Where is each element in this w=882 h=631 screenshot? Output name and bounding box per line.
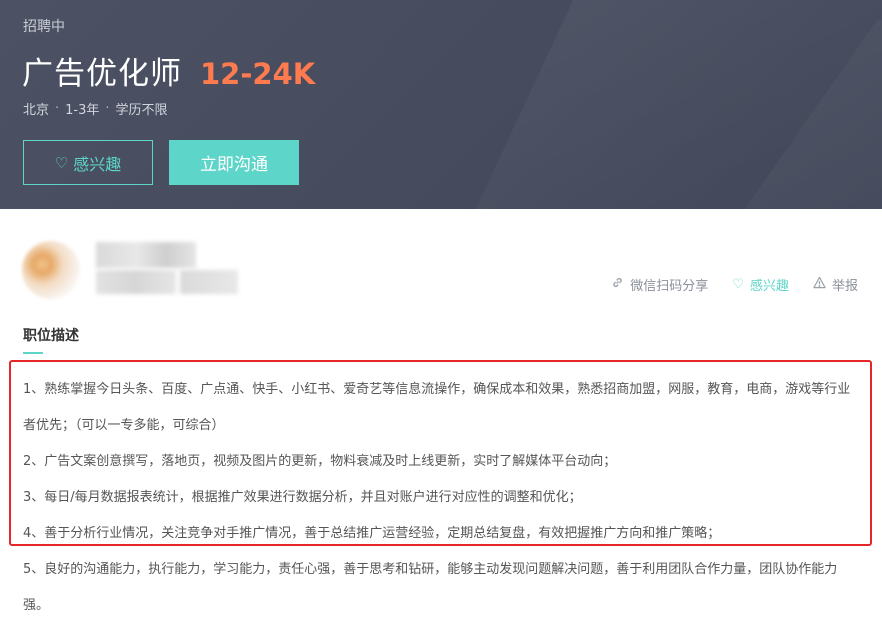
link-icon [611, 276, 624, 293]
job-actions: 微信扫码分享 ♡ 感兴趣 举报 [587, 275, 858, 294]
report-button[interactable]: 举报 [813, 275, 858, 294]
chat-now-button-label: 立即沟通 [200, 155, 268, 175]
job-header: 招聘中 广告优化师 12-24K 北京 · 1-3年 · 学历不限 ♡ 感兴趣 … [0, 0, 882, 209]
warning-icon [813, 276, 826, 293]
interest-button[interactable]: ♡ 感兴趣 [23, 140, 153, 185]
salary: 12-24K [200, 57, 316, 91]
share-wechat-button[interactable]: 微信扫码分享 [611, 275, 708, 294]
section-title-job-description: 职位描述 [23, 328, 79, 344]
title-row: 广告优化师 12-24K [22, 48, 315, 93]
recruiter-avatar[interactable] [22, 241, 80, 299]
description-item: 1、熟练掌握今日头条、百度、广点通、快手、小红书、爱奇艺等信息流操作，确保成本和… [23, 382, 851, 433]
job-title: 广告优化师 [22, 56, 182, 92]
interest-link[interactable]: ♡ 感兴趣 [732, 275, 789, 294]
description-item: 4、善于分析行业情况，关注竞争对手推广情况，善于总结推广运营经验，定期总结复盘，… [23, 526, 721, 541]
meta-separator: · [55, 101, 60, 116]
chat-now-button[interactable]: 立即沟通 [169, 140, 299, 185]
share-label: 微信扫码分享 [630, 279, 709, 294]
meta-city: 北京 [23, 103, 50, 118]
description-item: 5、良好的沟通能力，执行能力，学习能力，责任心强，善于思考和钻研，能够主动发现问… [23, 562, 838, 613]
meta-separator: · [105, 101, 110, 116]
recruiter-name-redacted [96, 242, 196, 268]
meta-experience: 1-3年 [65, 103, 100, 118]
heart-icon: ♡ [54, 153, 69, 172]
recruiter-title-redacted [96, 270, 176, 294]
report-label: 举报 [831, 279, 858, 294]
job-meta: 北京 · 1-3年 · 学历不限 [23, 99, 168, 118]
job-status: 招聘中 [23, 19, 65, 35]
description-item: 2、广告文案创意撰写，落地页，视频及图片的更新，物料衰减及时上线更新，实时了解媒… [23, 454, 617, 469]
meta-education: 学历不限 [115, 103, 168, 118]
description-item: 3、每日/每月数据报表统计，根据推广效果进行数据分析，并且对账户进行对应性的调整… [23, 490, 582, 505]
job-description: 1、熟练掌握今日头条、百度、广点通、快手、小红书、爱奇艺等信息流操作，确保成本和… [23, 372, 863, 624]
interest-button-label: 感兴趣 [73, 154, 122, 174]
section-underline [23, 352, 43, 354]
recruiter-status-redacted [180, 270, 238, 294]
heart-icon: ♡ [732, 277, 744, 292]
interest-link-label: 感兴趣 [749, 279, 789, 294]
